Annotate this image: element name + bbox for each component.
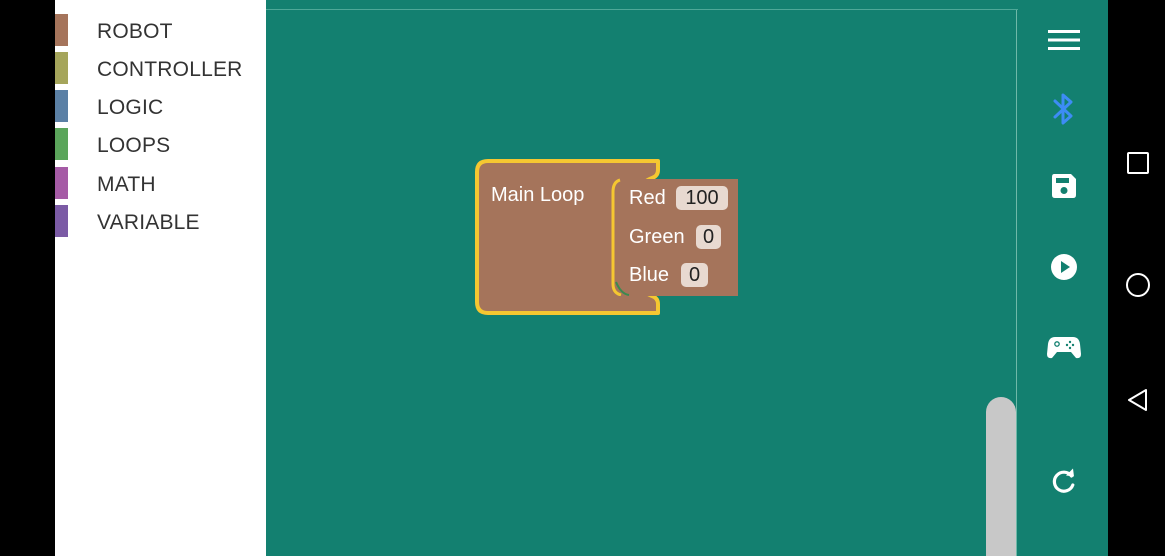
refresh-icon — [1052, 468, 1075, 493]
gamepad-icon — [1047, 337, 1081, 359]
red-label: Red — [629, 187, 666, 209]
bluetooth-icon — [1053, 93, 1073, 125]
refresh-button[interactable] — [1042, 459, 1086, 503]
run-button[interactable] — [1042, 245, 1086, 289]
menu-button[interactable] — [1042, 18, 1086, 62]
category-label: LOGIC — [97, 96, 164, 119]
workspace-top-border — [266, 9, 1018, 10]
save-button[interactable] — [1042, 164, 1086, 208]
toolbox: ROBOT CONTROLLER LOGIC LOOPS MATH VARIAB… — [55, 0, 266, 556]
category-loops[interactable]: LOOPS — [55, 128, 266, 164]
category-swatch — [55, 128, 68, 160]
blue-label: Blue — [629, 264, 670, 286]
recents-button[interactable] — [1118, 143, 1158, 183]
home-button[interactable] — [1118, 265, 1158, 305]
category-label: MATH — [97, 173, 156, 196]
green-label: Green — [629, 226, 685, 248]
controller-button[interactable] — [1042, 325, 1086, 369]
play-icon — [1051, 254, 1077, 280]
save-icon — [1052, 174, 1076, 198]
category-label: ROBOT — [97, 20, 173, 43]
green-value-field[interactable]: 0 — [696, 225, 721, 249]
workspace-right-border — [1016, 10, 1017, 556]
category-swatch — [55, 90, 68, 122]
recents-icon — [1127, 152, 1149, 174]
blue-value-field[interactable]: 0 — [681, 263, 708, 287]
back-icon — [1128, 389, 1147, 411]
category-label: LOOPS — [97, 134, 171, 157]
category-controller[interactable]: CONTROLLER — [55, 52, 266, 88]
category-label: CONTROLLER — [97, 58, 243, 81]
category-swatch — [55, 52, 68, 84]
home-icon — [1126, 273, 1150, 297]
main-loop-label: Main Loop — [491, 184, 585, 206]
left-frame — [0, 0, 55, 556]
bluetooth-button[interactable] — [1042, 87, 1086, 131]
category-logic[interactable]: LOGIC — [55, 90, 266, 126]
category-label: VARIABLE — [97, 211, 200, 234]
category-swatch — [55, 14, 68, 46]
category-variable[interactable]: VARIABLE — [55, 205, 266, 241]
workspace-scrollbar[interactable] — [986, 397, 1016, 556]
category-swatch — [55, 205, 68, 237]
red-value-field[interactable]: 100 — [676, 186, 728, 210]
category-math[interactable]: MATH — [55, 167, 266, 203]
menu-icon — [1048, 30, 1080, 50]
category-robot[interactable]: ROBOT — [55, 14, 266, 50]
category-swatch — [55, 167, 68, 199]
back-button[interactable] — [1118, 380, 1158, 420]
